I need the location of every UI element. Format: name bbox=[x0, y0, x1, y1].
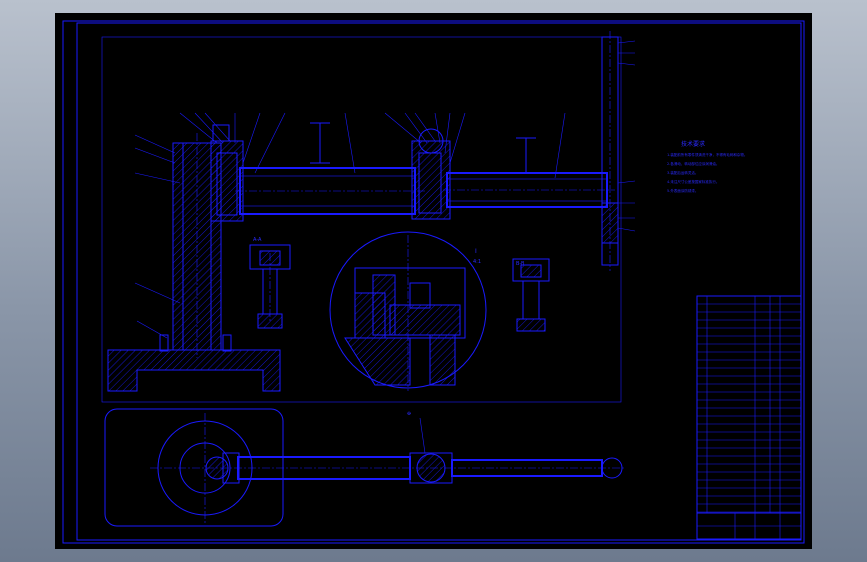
assembly-drawing: A-A B-B I 4:1 Φ 技术要求 1.装配前所有零件须清洗干净，不得有毛… bbox=[62, 20, 805, 544]
title-block bbox=[696, 512, 802, 540]
svg-text:Φ: Φ bbox=[407, 411, 414, 416]
notes-title: 技术要求 bbox=[681, 140, 705, 148]
note-1: 1.装配前所有零件须清洗干净，不得有毛刺和杂物。 bbox=[667, 152, 747, 157]
technical-notes: 技术要求 1.装配前所有零件须清洗干净，不得有毛刺和杂物。 2.各滑动、转动部位… bbox=[667, 140, 747, 193]
drawing-sheet[interactable]: A-A B-B I 4:1 Φ 技术要求 1.装配前所有零件须清洗干净，不得有毛… bbox=[55, 13, 812, 549]
note-5: 5.外表面涂防锈漆。 bbox=[667, 188, 698, 193]
detail-scale: 4:1 bbox=[473, 259, 481, 265]
detail-label: I bbox=[475, 248, 477, 255]
ibeam-symbol-2 bbox=[516, 137, 536, 174]
detail-view: I 4:1 bbox=[329, 231, 487, 391]
parts-list-table bbox=[696, 295, 802, 540]
section-a-label: A-A bbox=[253, 237, 262, 243]
cad-viewer-background: A-A B-B I 4:1 Φ 技术要求 1.装配前所有零件须清洗干净，不得有毛… bbox=[0, 0, 867, 562]
base-block bbox=[107, 349, 281, 392]
note-3: 3.装配后运转灵活。 bbox=[667, 170, 698, 175]
section-view-b: B-B bbox=[512, 258, 550, 332]
note-2: 2.各滑动、转动部位应涂润滑油。 bbox=[667, 161, 719, 166]
note-4: 4.未注尺寸公差按国家标准执行。 bbox=[667, 179, 719, 184]
ibeam-symbol-1 bbox=[310, 122, 330, 164]
section-view-a: A-A bbox=[249, 237, 291, 329]
base-plate-top bbox=[104, 408, 284, 527]
top-view: Φ bbox=[104, 408, 625, 527]
